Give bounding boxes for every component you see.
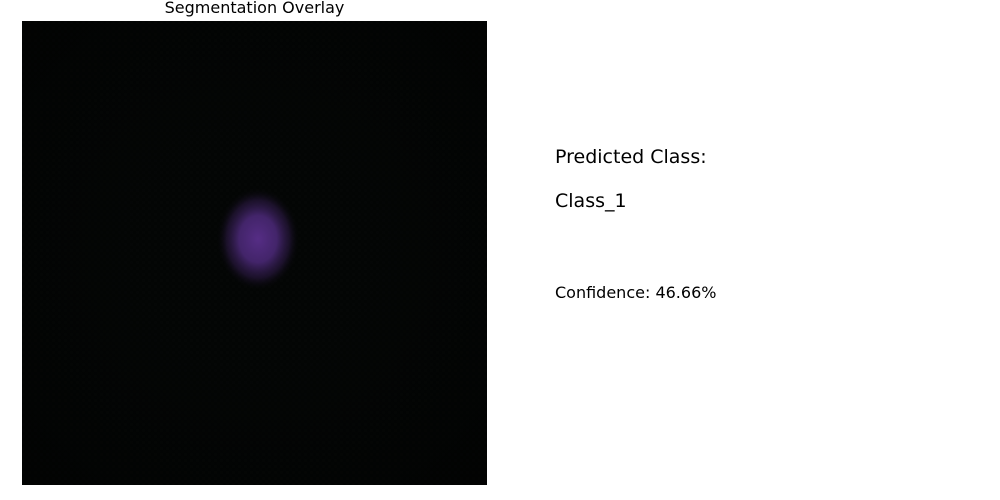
predicted-class-value: Class_1	[555, 190, 627, 212]
segmented-region	[216, 187, 300, 291]
segmentation-overlay-title: Segmentation Overlay	[164, 0, 345, 17]
result-figure: Segmentation Overlay Predicted Class: Cl…	[0, 0, 1000, 500]
confidence-text: Confidence: 46.66%	[555, 283, 717, 302]
segmentation-overlay-image	[22, 21, 487, 485]
overlay-image-canvas	[22, 21, 487, 485]
predicted-class-label: Predicted Class:	[555, 146, 707, 168]
